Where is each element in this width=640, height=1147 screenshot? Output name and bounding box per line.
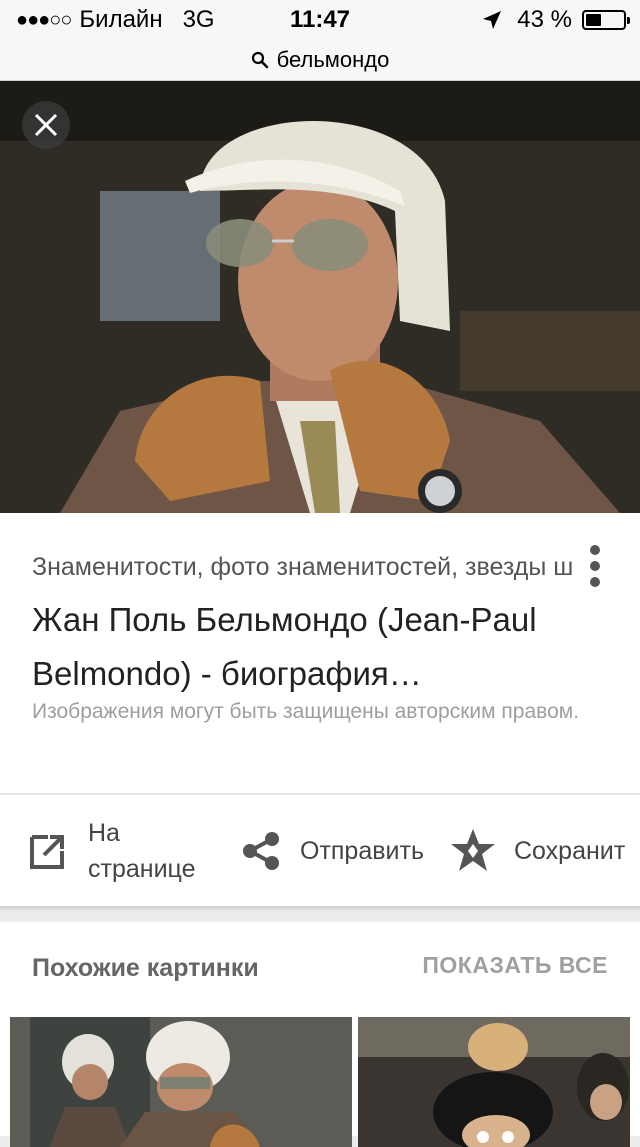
save-button[interactable]: Сохранит xyxy=(448,795,625,907)
visit-page-button[interactable]: На странице xyxy=(28,795,218,907)
similar-images-title: Похожие картинки xyxy=(32,954,259,982)
photo-illustration xyxy=(0,81,640,513)
status-right: 43 % xyxy=(481,6,630,34)
similar-images-section: Похожие картинки ПОКАЗАТЬ ВСЕ xyxy=(0,922,640,1147)
share-button[interactable]: Отправить xyxy=(240,795,424,907)
close-button[interactable] xyxy=(22,101,70,149)
show-all-button[interactable]: ПОКАЗАТЬ ВСЕ xyxy=(422,952,608,979)
thumbnail-image xyxy=(358,1017,630,1147)
similar-thumbnail[interactable] xyxy=(10,1017,352,1147)
similar-thumbnail[interactable] xyxy=(358,1017,630,1147)
status-bar: ●●●○○ Билайн 3G 11:47 43 % xyxy=(0,0,640,42)
location-arrow-icon xyxy=(483,11,502,29)
star-icon xyxy=(451,829,495,871)
battery-level xyxy=(586,14,601,26)
save-label: Сохранит xyxy=(514,837,626,865)
image-title[interactable]: Жан Поль Бельмондо (Jean-Paul Belmondo) … xyxy=(32,593,612,701)
battery-tip xyxy=(627,17,630,24)
action-bar: На странице Отправить Сохранит xyxy=(0,794,640,907)
battery-icon xyxy=(582,10,630,30)
search-icon xyxy=(251,51,268,69)
close-icon xyxy=(34,113,58,137)
url-bar[interactable]: бельмондо xyxy=(0,40,640,81)
share-icon xyxy=(243,832,279,870)
open-in-new-icon xyxy=(30,835,64,869)
main-image[interactable] xyxy=(0,81,640,513)
battery-percent: 43 % xyxy=(517,6,572,33)
divider-shadow xyxy=(0,906,640,912)
search-query: бельмондо xyxy=(276,47,390,72)
more-vert-icon[interactable] xyxy=(590,545,600,587)
visit-page-label: На странице xyxy=(88,819,196,883)
thumbnail-image xyxy=(10,1017,352,1147)
image-source[interactable]: Знаменитости, фото знаменитостей, звезды… xyxy=(32,553,637,582)
share-label: Отправить xyxy=(300,837,424,865)
copyright-notice: Изображения могут быть защищены авторски… xyxy=(32,700,580,723)
image-info-card: Знаменитости, фото знаменитостей, звезды… xyxy=(0,513,640,793)
